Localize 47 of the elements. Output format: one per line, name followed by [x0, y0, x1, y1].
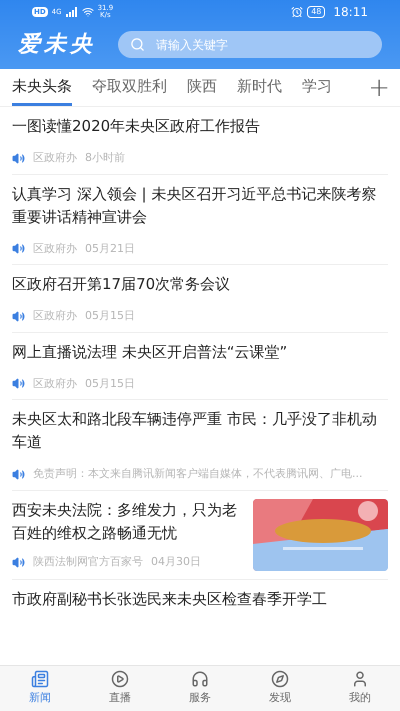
news-time: 05月15日 — [85, 308, 135, 324]
speaker-icon — [12, 468, 25, 481]
nav-icon — [191, 670, 209, 688]
nav-tab[interactable]: 新闻 — [0, 666, 80, 711]
speaker-icon — [12, 242, 25, 256]
news-title[interactable]: 网上直播说法理 未央区开启普法“云课堂” — [12, 340, 388, 364]
add-tab-button[interactable]: + — [364, 69, 394, 106]
news-title[interactable]: 市政府副秘书长张选民来未央区检查春季开学工 — [12, 588, 388, 610]
news-title[interactable]: 认真学习 深入领会 | 未央区召开习近平总书记来陕考察重要讲话精神宣讲会 — [12, 182, 388, 228]
nav-icon — [351, 670, 369, 688]
news-time: 05月21日 — [85, 240, 135, 256]
nav-tab[interactable]: 我的 — [320, 666, 400, 711]
news-source: 陕西法制网官方百家号 — [33, 554, 143, 570]
app-logo: 爱未央 — [18, 30, 96, 59]
search-icon — [130, 37, 145, 52]
category-tab[interactable]: 未央头条 — [12, 69, 72, 106]
news-title[interactable]: 西安未央法院：多维发力，只为老百姓的维权之路畅通无忧 — [12, 498, 245, 544]
signal-icon — [66, 7, 78, 17]
news-source: 区政府办 — [33, 308, 77, 324]
category-tab[interactable]: 新时代 — [237, 69, 282, 106]
news-time: 05月15日 — [85, 376, 135, 392]
news-source: 区政府办 — [33, 150, 77, 166]
nav-icon — [111, 670, 129, 688]
news-title[interactable]: 未央区太和路北段车辆违停严重 市民：几乎没了非机动车道 — [12, 408, 388, 454]
speaker-icon — [12, 377, 25, 390]
category-tab[interactable]: 学习 — [302, 69, 332, 106]
search-field[interactable]: 请输入关键字 — [118, 31, 382, 58]
alarm-icon — [291, 6, 304, 18]
news-title[interactable]: 一图读懂2020年未央区政府工作报告 — [12, 115, 388, 138]
news-source: 区政府办 — [33, 240, 77, 256]
news-title[interactable]: 区政府召开第17届70次常务会议 — [12, 273, 388, 296]
nav-tab[interactable]: 服务 — [160, 666, 240, 711]
news-source: 区政府办 — [33, 376, 77, 392]
nav-tab[interactable]: 发现 — [240, 666, 320, 711]
battery-indicator: 48 — [307, 6, 326, 18]
status-time: 18:11 — [333, 4, 368, 21]
news-time: 8小时前 — [85, 150, 125, 166]
news-time: 04月30日 — [151, 554, 201, 570]
news-source: 免责声明：本文来自腾讯新闻客户端自媒体，不代表腾讯网、广电... — [33, 466, 362, 482]
speaker-icon — [12, 310, 25, 323]
speaker-icon — [12, 556, 25, 569]
nav-icon — [31, 670, 49, 688]
category-tab[interactable]: 陕西 — [187, 69, 217, 106]
category-tab[interactable]: 夺取双胜利 — [92, 69, 167, 106]
speaker-icon — [12, 152, 25, 165]
nav-icon — [271, 670, 289, 688]
nav-tab[interactable]: 直播 — [80, 666, 160, 711]
